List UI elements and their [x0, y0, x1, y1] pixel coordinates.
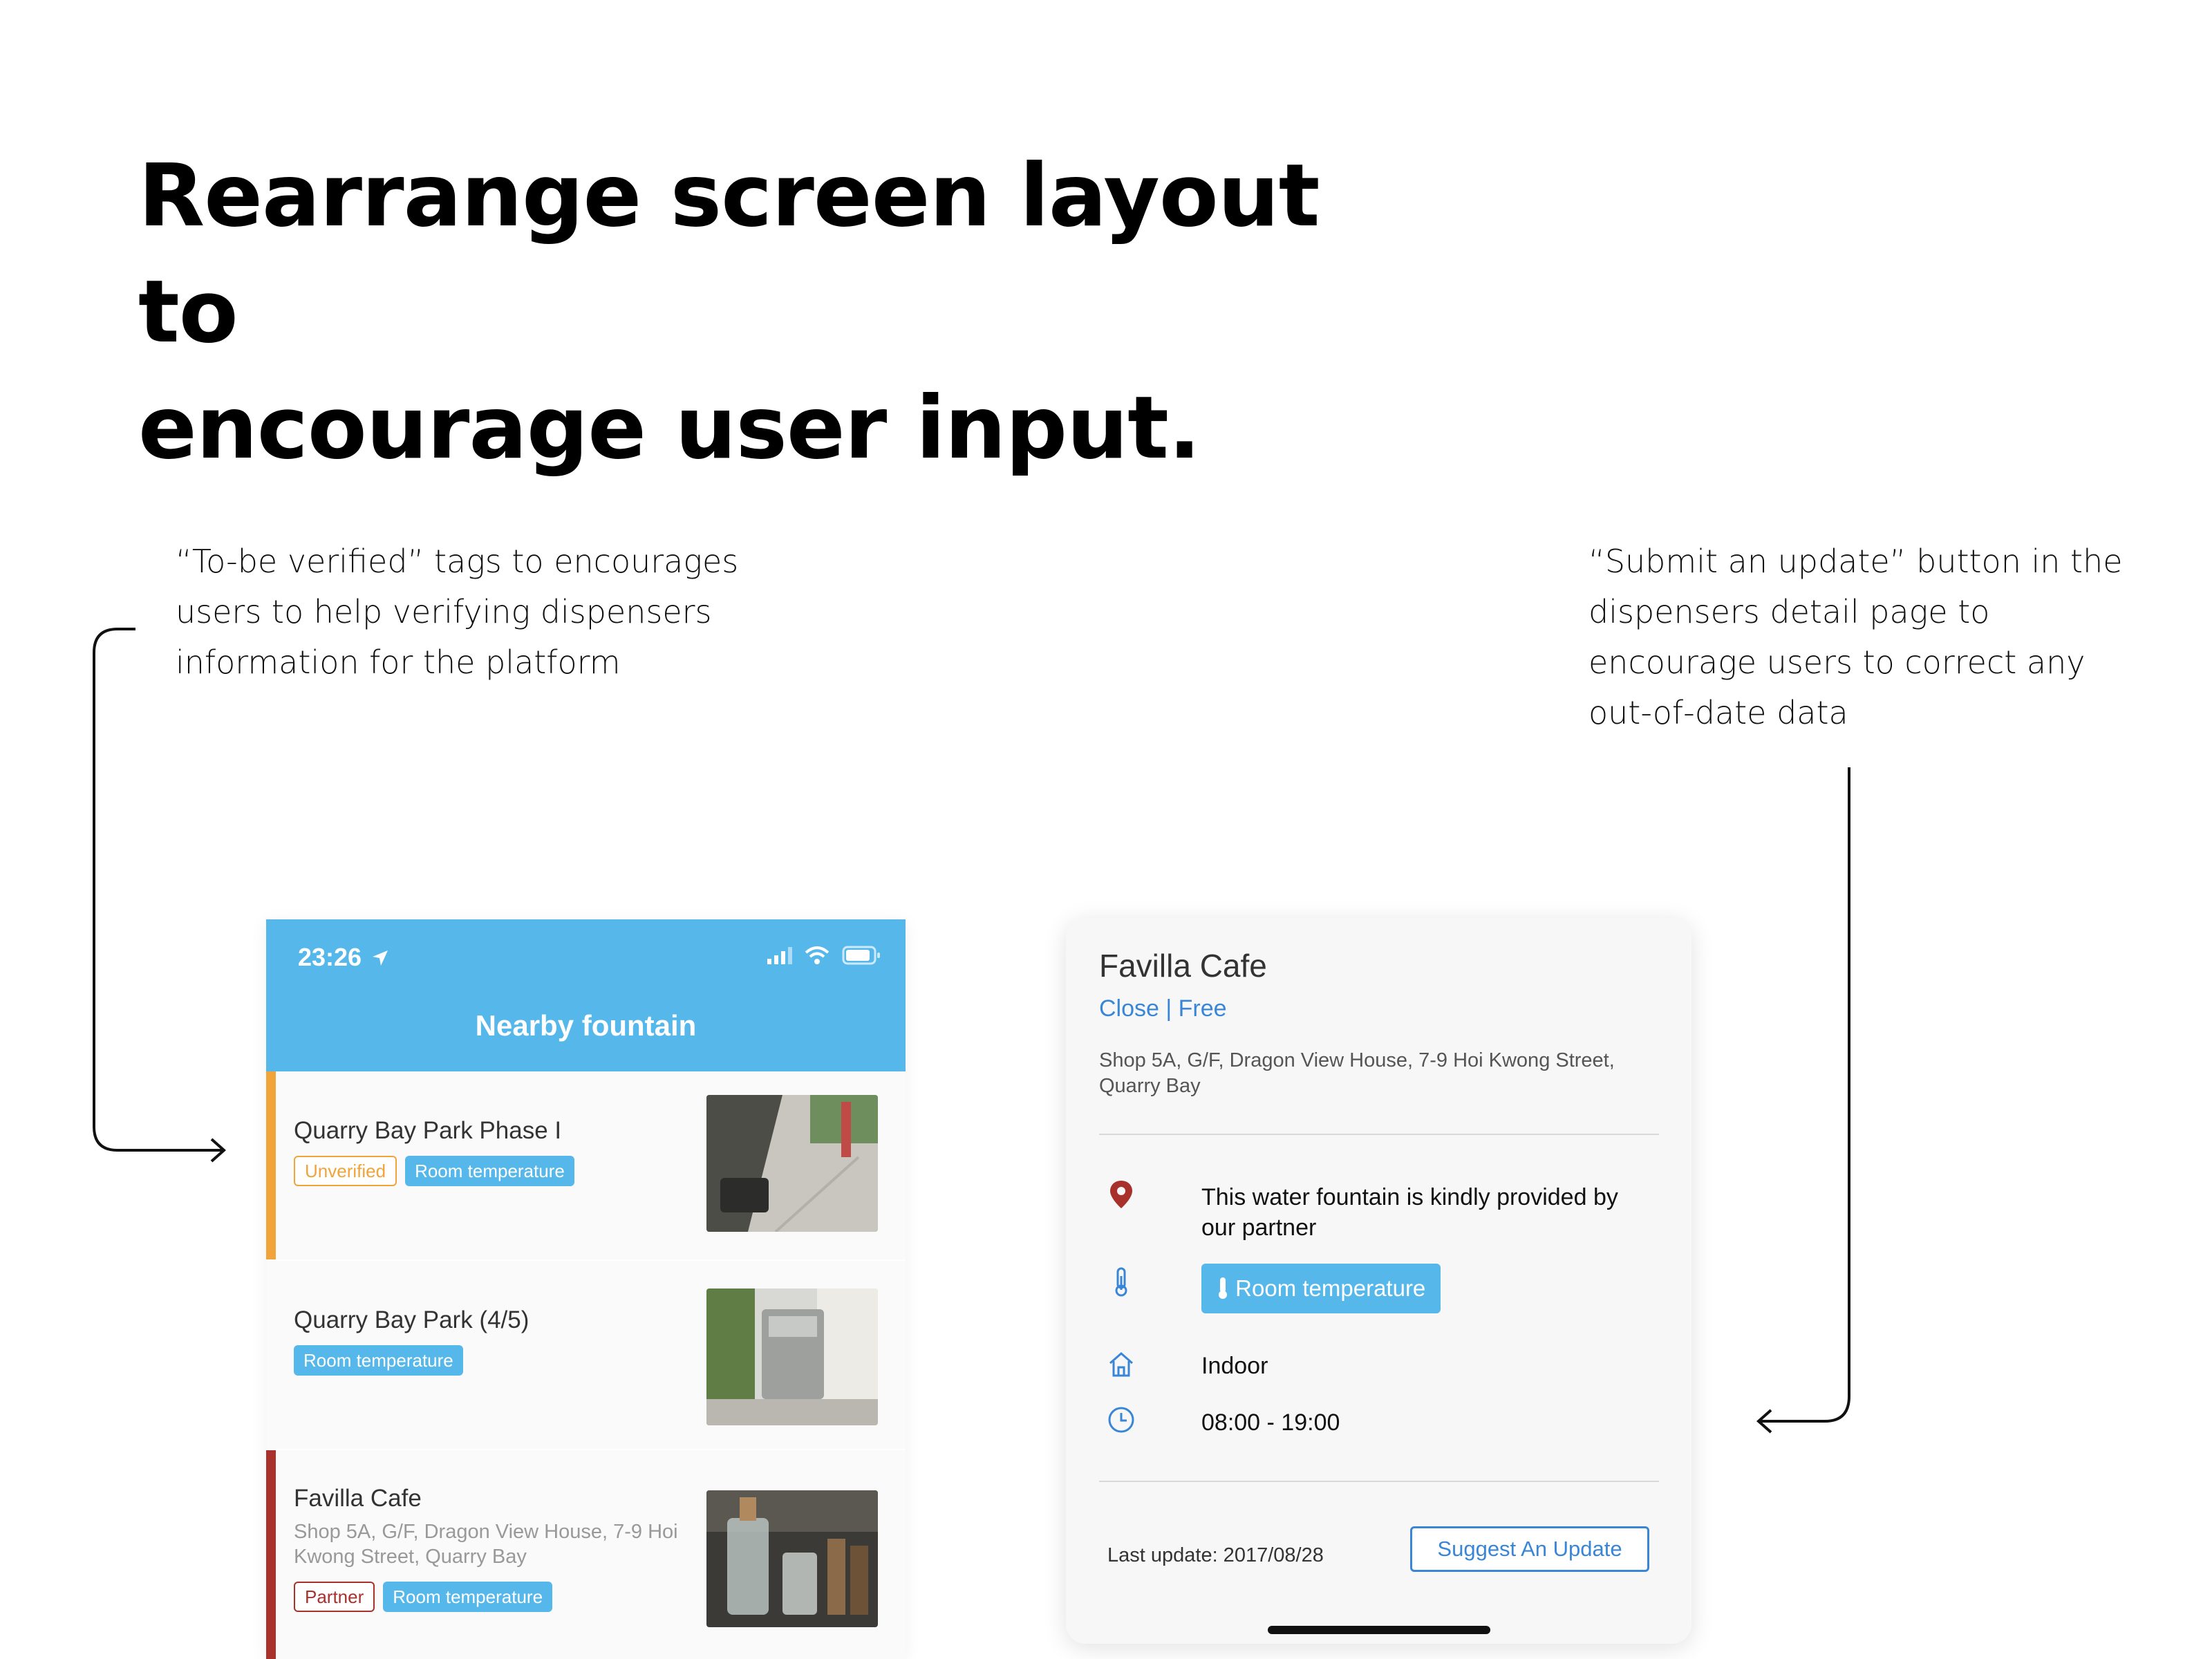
home-indicator: [1268, 1626, 1490, 1634]
fountain-photo: [706, 1095, 878, 1232]
unverified-tag[interactable]: Unverified: [294, 1156, 397, 1186]
phone-fountain-list: 23:26 Nearby fountain Quarry Bay Park Ph…: [266, 919, 906, 1659]
home-icon: [1109, 1352, 1133, 1377]
nav-title: Nearby fountain: [266, 991, 906, 1071]
unverified-accent-bar: [266, 1071, 276, 1259]
list-item-quarry-bay-park-phase-1[interactable]: Quarry Bay Park Phase I Unverified Room …: [266, 1071, 906, 1261]
partner-text: This water fountain is kindly provided b…: [1201, 1184, 1618, 1241]
item-tags: Room temperature: [294, 1345, 463, 1376]
battery-icon: [842, 946, 880, 965]
room-temperature-tag: Room temperature: [294, 1345, 463, 1376]
item-address: Shop 5A, G/F, Dragon View House, 7-9 Hoi…: [294, 1521, 678, 1568]
status-icons: [767, 946, 881, 965]
thermometer-icon: [1219, 1277, 1227, 1299]
item-title: Quarry Bay Park (4/5): [294, 1306, 529, 1333]
status-time: 23:26: [298, 943, 389, 972]
location-arrow-icon: [373, 950, 388, 966]
item-title: Favilla Cafe: [294, 1485, 422, 1512]
partner-tag: Partner: [294, 1582, 375, 1612]
item-tags: Unverified Room temperature: [294, 1156, 574, 1186]
signal-icon: [767, 947, 792, 964]
location-pin-icon: [1110, 1181, 1132, 1208]
detail-title: Favilla Cafe: [1099, 948, 1267, 984]
status-bar: 23:26: [266, 919, 906, 995]
list-item-favilla-cafe[interactable]: Favilla Cafe Shop 5A, G/F, Dragon View H…: [266, 1450, 906, 1659]
thermometer-icon: [1115, 1267, 1127, 1297]
partner-accent-bar: [266, 1450, 276, 1659]
room-temperature-tag: Room temperature: [405, 1156, 574, 1186]
room-temperature-label: Room temperature: [1235, 1275, 1426, 1301]
room-temperature-tag: Room temperature: [1201, 1264, 1441, 1313]
opening-hours: 08:00 - 19:00: [1201, 1409, 1340, 1436]
left-arrow: [93, 628, 223, 1152]
fountain-photo: [706, 1288, 878, 1425]
divider: [1099, 1134, 1659, 1135]
wifi-icon: [805, 946, 830, 964]
item-tags: Partner Room temperature: [294, 1582, 553, 1612]
suggest-update-button[interactable]: Suggest An Update: [1410, 1526, 1649, 1572]
divider: [1099, 1481, 1659, 1482]
last-update: Last update: 2017/08/28: [1107, 1544, 1324, 1566]
room-temperature-tag: Room temperature: [383, 1582, 553, 1612]
location-type: Indoor: [1201, 1353, 1268, 1379]
detail-status: Close | Free: [1099, 995, 1227, 1022]
detail-address: Shop 5A, G/F, Dragon View House, 7-9 Hoi…: [1099, 1049, 1615, 1097]
cafe-photo: [706, 1490, 878, 1627]
list-item-quarry-bay-park-4-5[interactable]: Quarry Bay Park (4/5) Room temperature: [266, 1261, 906, 1450]
right-arrow: [1760, 767, 1850, 1423]
fountain-detail-card: Favilla Cafe Close | Free Shop 5A, G/F, …: [1066, 918, 1691, 1644]
item-title: Quarry Bay Park Phase I: [294, 1117, 562, 1144]
clock-icon: [1108, 1407, 1134, 1433]
status-time-value: 23:26: [298, 943, 362, 971]
